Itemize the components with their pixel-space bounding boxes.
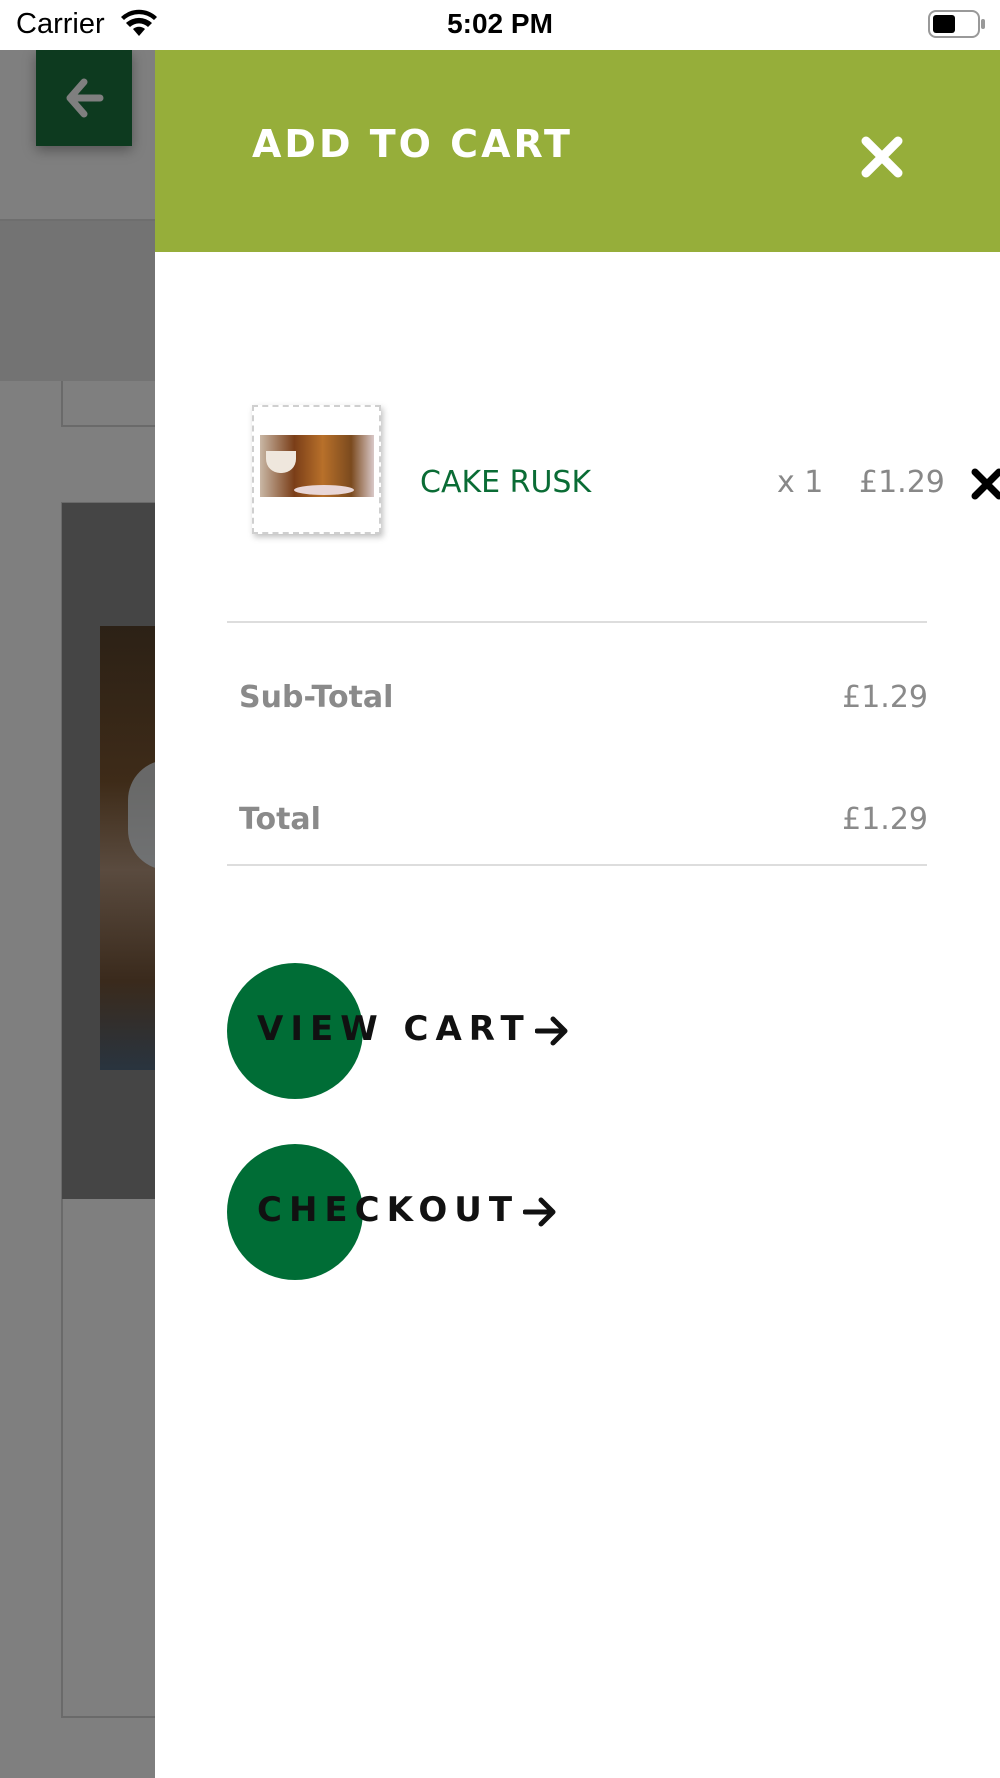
checkout-label-wrap: CHECKOUT bbox=[257, 1190, 557, 1230]
checkout-button[interactable]: CHECKOUT bbox=[227, 1144, 647, 1280]
view-cart-button[interactable]: VIEW CART bbox=[227, 963, 647, 1099]
view-cart-label-wrap: VIEW CART bbox=[257, 1009, 569, 1049]
background-box bbox=[61, 381, 155, 427]
summary-top-divider bbox=[227, 621, 927, 623]
arrow-right-icon bbox=[523, 1197, 556, 1226]
subtotal-value: £1.29 bbox=[842, 680, 928, 715]
total-label: Total bbox=[239, 802, 321, 837]
product-price: £1.29 bbox=[859, 465, 945, 500]
subtotal-label: Sub-Total bbox=[239, 680, 394, 715]
summary-bottom-divider bbox=[227, 864, 927, 866]
cart-item: CAKE RUSK x 1 £1.29 bbox=[252, 405, 1000, 535]
drawer-header: ADD TO CART bbox=[155, 50, 1000, 252]
status-bar: Carrier 5:02 PM bbox=[0, 0, 1000, 50]
status-time: 5:02 PM bbox=[447, 8, 553, 39]
arrow-left-icon bbox=[66, 78, 104, 118]
product-image-plate bbox=[294, 485, 354, 495]
drawer-title: ADD TO CART bbox=[252, 122, 573, 166]
product-quantity: x 1 bbox=[777, 465, 824, 500]
back-button[interactable] bbox=[36, 50, 132, 146]
checkout-label: CHECKOUT bbox=[257, 1190, 520, 1230]
battery-icon bbox=[928, 10, 985, 38]
view-cart-label: VIEW CART bbox=[257, 1009, 531, 1049]
total-value: £1.29 bbox=[842, 802, 928, 837]
product-thumbnail[interactable] bbox=[252, 405, 381, 534]
remove-item-icon[interactable] bbox=[970, 467, 1000, 501]
background-tabs bbox=[0, 221, 155, 381]
add-to-cart-drawer: ADD TO CART CAKE RUSK x 1 £1.29 Sub-Tota… bbox=[155, 50, 1000, 1778]
close-icon[interactable] bbox=[860, 135, 904, 179]
arrow-right-icon bbox=[534, 1016, 568, 1045]
product-name-link[interactable]: CAKE RUSK bbox=[420, 465, 591, 500]
